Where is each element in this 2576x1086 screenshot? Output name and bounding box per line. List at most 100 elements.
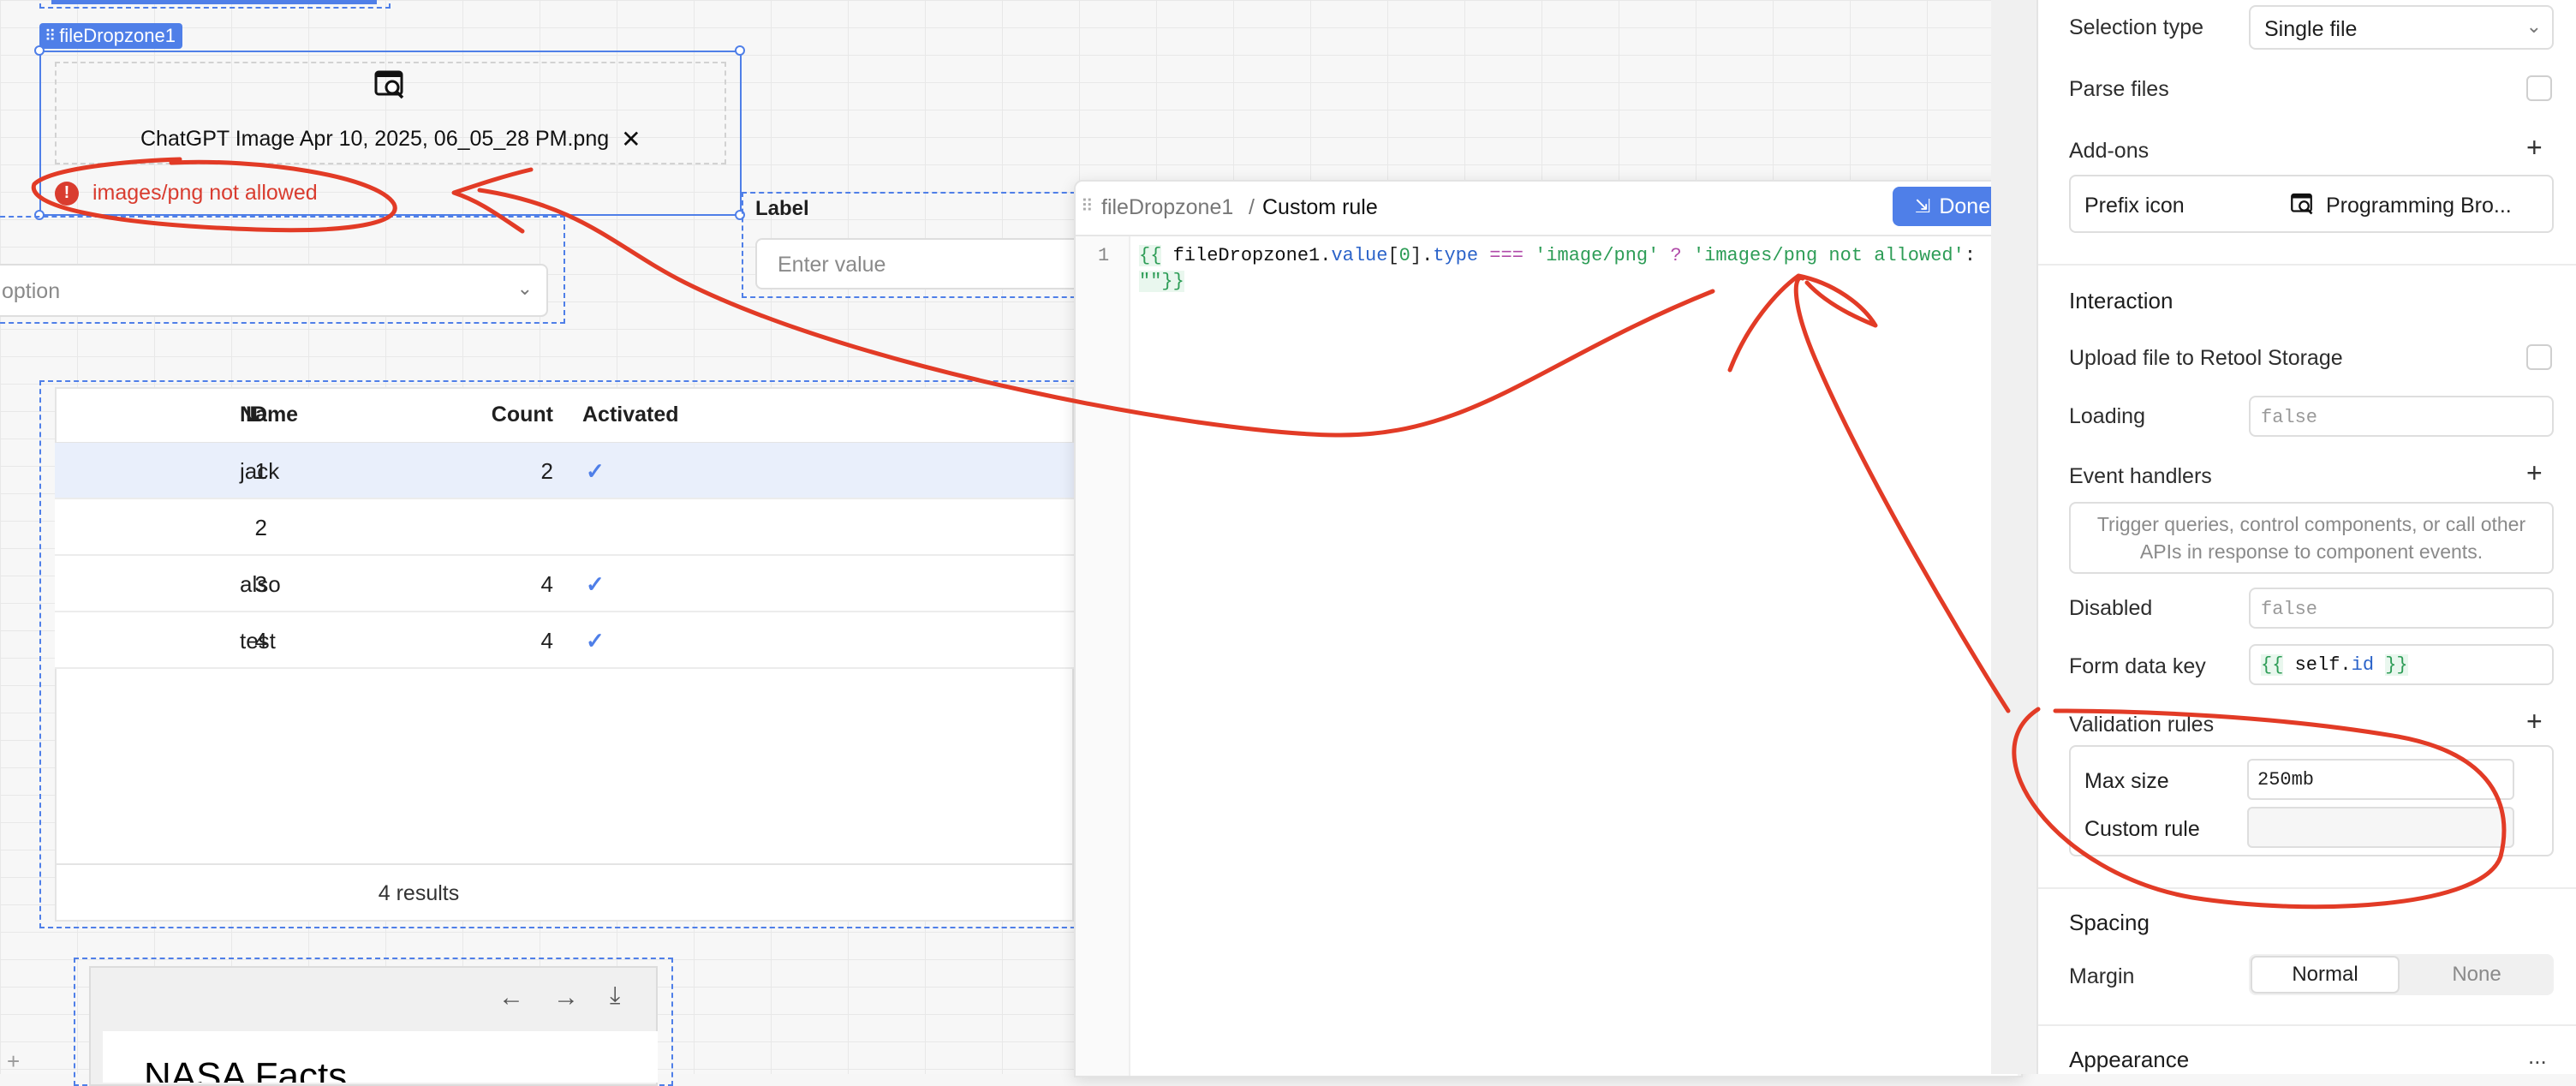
line-gutter: 1 — [1076, 236, 1130, 1076]
download-icon[interactable]: ⤓ — [610, 982, 620, 1010]
code-property: type — [1433, 245, 1479, 266]
upload-storage-label: Upload file to Retool Storage — [2069, 346, 2343, 370]
margin-label: Margin — [2069, 964, 2135, 988]
selection-type-label: Selection type — [2069, 15, 2204, 39]
uploaded-file: ChatGPT Image Apr 10, 2025, 06_05_28 PM.… — [140, 125, 641, 153]
col-activated[interactable]: Activated — [582, 403, 679, 427]
margin-none-option[interactable]: None — [2401, 956, 2552, 994]
spacing-header[interactable]: Spacing — [2069, 910, 2150, 936]
max-size-value: 250mb — [2257, 769, 2315, 791]
breadcrumb-parent[interactable]: fileDropzone1 — [1101, 195, 1233, 220]
drag-handle-icon[interactable]: ⠿ — [1081, 195, 1094, 217]
back-arrow-icon[interactable]: ← — [498, 983, 524, 1012]
add-event-handler-icon[interactable]: + — [2526, 457, 2543, 489]
resize-handle-tl[interactable] — [34, 45, 45, 56]
disabled-label: Disabled — [2069, 596, 2153, 620]
table-row[interactable]: 1 jack 2 ✓ — [55, 443, 1074, 499]
appearance-header[interactable]: Appearance — [2069, 1047, 2189, 1073]
cell-count: 4 — [540, 628, 553, 653]
parse-files-label: Parse files — [2069, 77, 2169, 101]
prefix-icon-row[interactable]: Prefix icon Programming Bro... — [2069, 175, 2554, 233]
cell-name: jack — [240, 458, 280, 484]
code-identifier: self — [2294, 654, 2340, 676]
select-placeholder: option — [2, 279, 61, 303]
form-data-key-value: {{ self.id }} — [2261, 654, 2408, 676]
file-name: ChatGPT Image Apr 10, 2025, 06_05_28 PM.… — [140, 127, 610, 151]
forward-arrow-icon[interactable]: → — [553, 983, 579, 1012]
loading-label: Loading — [2069, 404, 2145, 428]
check-icon: ✓ — [586, 458, 605, 484]
remove-file-icon[interactable]: ✕ — [621, 125, 641, 153]
text-input[interactable]: Enter value — [755, 238, 1081, 289]
code-brace: }} — [2385, 654, 2408, 676]
upload-storage-checkbox[interactable] — [2526, 344, 2552, 370]
more-options-icon[interactable]: ... — [2528, 1043, 2547, 1070]
form-data-key-input[interactable]: {{ self.id }} — [2249, 644, 2554, 685]
section-separator — [39, 927, 1093, 928]
done-label: Done — [1939, 194, 1991, 218]
code-dot: . — [1320, 245, 1332, 266]
divider — [2038, 1024, 2576, 1026]
check-icon: ✓ — [586, 571, 605, 597]
margin-normal-label: Normal — [2292, 963, 2358, 986]
validation-rules-label: Validation rules — [2069, 713, 2215, 737]
input-placeholder: Enter value — [778, 253, 886, 277]
code-string: 'image/png' — [1535, 245, 1660, 266]
code-operator: ? — [1670, 245, 1682, 266]
resize-handle-tr[interactable] — [735, 45, 745, 56]
error-icon: ! — [55, 181, 79, 206]
parse-files-checkbox[interactable] — [2526, 75, 2552, 101]
table-row[interactable]: 3 also 4 ✓ — [55, 556, 1074, 612]
panel-gutter — [1991, 0, 2036, 1074]
add-addon-icon[interactable]: + — [2526, 132, 2543, 164]
cell-name: test — [240, 628, 276, 653]
cell-id: 2 — [254, 515, 267, 540]
table-row[interactable]: 2 — [55, 499, 1074, 556]
prefix-icon-label: Prefix icon — [2084, 194, 2185, 218]
code-identifier: fileDropzone1 — [1172, 245, 1321, 266]
col-name[interactable]: Name — [240, 403, 298, 427]
collapse-icon: ⇲ — [1914, 195, 1931, 217]
divider — [2038, 264, 2576, 266]
file-search-icon — [373, 69, 408, 103]
divider — [2038, 887, 2576, 889]
disabled-input[interactable]: false — [2249, 588, 2554, 629]
col-count[interactable]: Count — [492, 403, 553, 427]
select-input[interactable]: option ⌄ — [0, 264, 548, 317]
custom-rule-editor: ⠿ fileDropzone1 / Custom rule ⇲ Done 1 {… — [1074, 180, 2023, 1077]
custom-rule-input[interactable] — [2247, 807, 2514, 848]
code-colon: : — [1964, 245, 1977, 266]
event-handlers-hint: Trigger queries, control components, or … — [2096, 513, 2526, 563]
table-row[interactable]: 4 test 4 ✓ — [55, 612, 1074, 669]
max-size-input[interactable]: 250mb — [2247, 759, 2514, 800]
code-property: value — [1331, 245, 1388, 266]
selection-type-select[interactable]: Single file ⌄ — [2249, 5, 2554, 50]
code-string: 'images/png not allowed' — [1692, 245, 1965, 266]
event-handlers-label: Event handlers — [2069, 464, 2212, 488]
code-brace: {{ — [2261, 654, 2284, 676]
event-handlers-empty: Trigger queries, control components, or … — [2069, 502, 2554, 574]
table-header: ID Name Count Activated — [55, 387, 1074, 444]
editor-header: ⠿ fileDropzone1 / Custom rule ⇲ Done — [1076, 182, 2021, 236]
code-bracket: ] — [1410, 245, 1422, 266]
add-icon[interactable]: + — [7, 1048, 20, 1075]
browser-page-title: NASA Facts — [144, 1055, 348, 1083]
chevron-down-icon: ⌄ — [2525, 15, 2542, 37]
top-component-bar — [51, 0, 377, 4]
loading-input[interactable]: false — [2249, 396, 2554, 437]
add-validation-rule-icon[interactable]: + — [2526, 706, 2543, 737]
code-line-2: ""}} — [1139, 269, 2004, 295]
drag-handle-icon[interactable]: ⠿ — [45, 23, 56, 49]
margin-normal-option[interactable]: Normal — [2251, 956, 2400, 994]
margin-none-label: None — [2452, 963, 2501, 986]
code-operator: === — [1489, 245, 1524, 266]
component-tag: ⠿ fileDropzone1 — [39, 23, 182, 49]
interaction-header[interactable]: Interaction — [2069, 288, 2173, 314]
code-area[interactable]: {{ fileDropzone1.value[0].type === 'imag… — [1139, 243, 2004, 295]
code-number: 0 — [1398, 245, 1410, 266]
code-property: id — [2351, 654, 2375, 676]
margin-toggle: Normal None — [2249, 954, 2554, 995]
code-dot: . — [1422, 245, 1434, 266]
component-tag-label: fileDropzone1 — [59, 25, 176, 46]
error-message: ! images/png not allowed — [55, 181, 318, 206]
